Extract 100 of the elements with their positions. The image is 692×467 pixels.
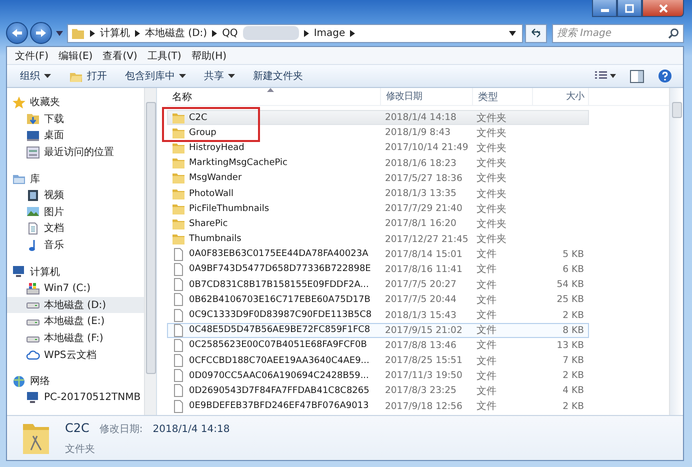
sidebar-item[interactable]: 视频 <box>7 186 144 204</box>
file-size: 6 KB <box>562 264 584 275</box>
file-type: 文件 <box>476 308 498 322</box>
modified-date: 2018/1/3 15:43 <box>384 310 458 321</box>
file-row[interactable]: PicFileThumbnails 2017/7/29 21:40 文件夹 <box>167 201 589 216</box>
minimize-button[interactable] <box>592 0 617 17</box>
address-bar[interactable]: 计算机 本地磁盘 (D:) QQ Image <box>67 24 523 42</box>
file-row[interactable]: 0B7CD831C8B17B158155E09FDDF2A... 2017/7/5 20:27 文件 54 KB <box>167 277 589 292</box>
sidebar-group[interactable]: 收藏夹 <box>7 94 144 111</box>
film-icon <box>26 188 40 202</box>
menu-item[interactable]: 查看(V) <box>100 48 140 62</box>
modified-date: 2017/8/3 23:25 <box>384 385 458 396</box>
file-row[interactable]: 0C48E5D5D47B56AE9BE72FC859F1FC8 2017/9/15 21:02 文件 8 KB <box>167 322 589 338</box>
file-name: MsgWander <box>189 173 242 184</box>
file-row[interactable]: 0A0F83EB63C0175EE44DA78FA40023A 2017/8/14 15:01 文件 5 KB <box>167 246 589 262</box>
file-name: 0D2690543D7F84FA7FFDAB41C8C8265 <box>189 386 370 396</box>
file-row[interactable]: PhotoWall 2018/1/3 13:35 文件夹 <box>167 186 589 202</box>
file-type: 文件夹 <box>476 142 508 155</box>
file-row[interactable]: Group 2018/1/9 8:43 文件夹 <box>167 125 589 140</box>
file-row[interactable]: 0B62B4106703E16C717EBE60A75D17B 2017/7/5 20:44 文件 25 KB <box>167 292 589 308</box>
breadcrumb-item[interactable]: QQ <box>222 28 238 38</box>
sidebar-item[interactable]: 本地磁盘 (E:) <box>7 313 144 330</box>
column-header[interactable]: 大小 <box>533 88 589 105</box>
sidebar-item[interactable]: 本地磁盘 (D:) <box>7 296 144 314</box>
file-size: 7 KB <box>562 355 584 366</box>
sidebar-group[interactable]: 网络 <box>7 372 144 390</box>
modified-date: 2017/7/5 20:44 <box>384 294 458 306</box>
file-row[interactable]: HistroyHead 2017/10/14 21:49 文件夹 <box>167 140 589 156</box>
file-row[interactable]: MsgWander 2017/5/27 18:36 文件夹 <box>167 170 589 186</box>
folder-icon <box>172 126 185 139</box>
folder-icon <box>172 142 185 154</box>
toolbar-button[interactable]: 打开 <box>62 67 114 85</box>
sidebar-item[interactable]: 最近访问的位置 <box>7 144 144 160</box>
file-row[interactable]: MarktingMsgCachePic 2018/1/6 18:23 文件夹 <box>167 156 589 171</box>
sidebar-item[interactable]: 桌面 <box>7 127 144 144</box>
toolbar-button[interactable]: 组织 <box>13 67 58 85</box>
file-type: 文件夹 <box>476 172 508 186</box>
file-list-scrollbar[interactable] <box>669 88 683 415</box>
file-icon <box>172 293 185 306</box>
menu-item[interactable]: 帮助(H) <box>189 48 229 62</box>
sidebar-item[interactable]: WPS云文档 <box>7 346 144 363</box>
file-row[interactable]: Thumbnails 2017/12/27 21:45 文件夹 <box>167 232 589 247</box>
file-row[interactable]: 0CFCCBD188C70AEE19AA3640C4AE9... 2017/8/25 15:51 文件 7 KB <box>167 353 589 368</box>
picture-icon <box>26 205 40 218</box>
sidebar-item[interactable]: 文档 <box>7 220 144 237</box>
sidebar-item[interactable]: PC-20170512TNMB <box>7 390 144 406</box>
file-row[interactable]: SharePic 2017/8/1 16:20 文件夹 <box>167 216 589 232</box>
maximize-button[interactable] <box>617 0 642 17</box>
sidebar-scrollbar[interactable] <box>144 88 156 415</box>
menu-item[interactable]: 编辑(E) <box>56 48 95 62</box>
chevron-icon[interactable] <box>212 30 218 36</box>
file-row[interactable]: C2C 2018/1/4 14:18 文件夹 <box>167 110 589 126</box>
file-type: 文件夹 <box>476 188 508 201</box>
file-name: 0A9BF743D5477D658D77336B722898E <box>189 264 371 274</box>
column-header[interactable]: 修改日期 <box>381 88 473 105</box>
toolbar-button[interactable]: 新建文件夹 <box>246 67 310 85</box>
sidebar-item[interactable]: 图片 <box>7 204 144 220</box>
modified-date: 2018/1/9 8:43 <box>384 127 452 138</box>
search-field[interactable]: 搜索 Image <box>552 24 684 42</box>
file-icon <box>172 400 185 413</box>
sidebar-group[interactable]: 计算机 <box>7 263 144 280</box>
modified-date: 2018/1/6 18:23 <box>384 158 458 169</box>
file-name: 0C9C1333D9F0D83987C90FDE113B5C8 <box>189 310 372 320</box>
breadcrumb-item[interactable]: 本地磁盘 (D:) <box>145 26 208 40</box>
sidebar-item[interactable]: 音乐 <box>7 236 144 254</box>
file-icon <box>172 248 185 261</box>
minimize-icon <box>600 9 608 12</box>
file-row[interactable]: 0E9BDEFEB37BFD246EF47BF076A9013 2017/9/18 12:56 文件 2 KB <box>167 398 589 414</box>
column-header[interactable]: 类型 <box>473 88 533 105</box>
file-row[interactable]: 0C9C1333D9F0D83987C90FDE113B5C8 2018/1/3 15:43 文件 2 KB <box>167 307 589 323</box>
search-icon[interactable] <box>668 28 679 38</box>
sidebar-item[interactable]: Win7 (C:) <box>7 280 144 297</box>
modified-date: 2017/8/16 11:41 <box>384 264 464 275</box>
sidebar-item[interactable]: 本地磁盘 (F:) <box>7 330 144 346</box>
sidebar-group[interactable]: 库 <box>7 170 144 187</box>
cloud-icon <box>26 348 40 362</box>
chevron-icon[interactable] <box>350 30 356 36</box>
file-type: 文件夹 <box>476 232 508 246</box>
file-name: 0B62B4106703E16C717EBE60A75D17B <box>189 294 370 305</box>
file-row[interactable]: 0D0970CC5AAC06A190694C2428B59... 2017/11/3 19:50 文件 2 KB <box>167 368 589 384</box>
toolbar-button[interactable]: 包含到库中 <box>118 67 193 85</box>
menu-item[interactable]: 工具(T) <box>145 48 184 62</box>
file-row[interactable]: 0A9BF743D5477D658D77336B722898E 2017/8/16 11:41 文件 6 KB <box>167 262 589 278</box>
back-button[interactable] <box>6 22 28 44</box>
sort-arrow-icon <box>267 88 274 92</box>
file-type: 文件夹 <box>476 156 508 170</box>
breadcrumb-item[interactable]: 计算机 <box>100 26 130 40</box>
file-row[interactable]: 0D2690543D7F84FA7FFDAB41C8C8265 2017/8/3 23:25 文件 4 KB <box>167 383 589 399</box>
file-row[interactable]: 0C2585623E00C07B4051E68FA9FCF0B 2017/8/8 13:46 文件 13 KB <box>167 338 589 353</box>
forward-button[interactable] <box>30 22 52 44</box>
toolbar-button[interactable]: 共享 <box>197 67 242 85</box>
chevron-icon[interactable] <box>135 30 140 36</box>
chevron-icon[interactable] <box>304 30 309 36</box>
menu-item[interactable]: 文件(F) <box>13 48 51 62</box>
close-button[interactable] <box>642 0 684 17</box>
caret-icon[interactable] <box>509 30 516 36</box>
chevron-icon[interactable] <box>90 30 95 36</box>
sidebar-item[interactable]: 下载 <box>7 110 144 128</box>
breadcrumb-item[interactable]: Image <box>314 28 346 38</box>
refresh-button[interactable] <box>525 24 547 42</box>
